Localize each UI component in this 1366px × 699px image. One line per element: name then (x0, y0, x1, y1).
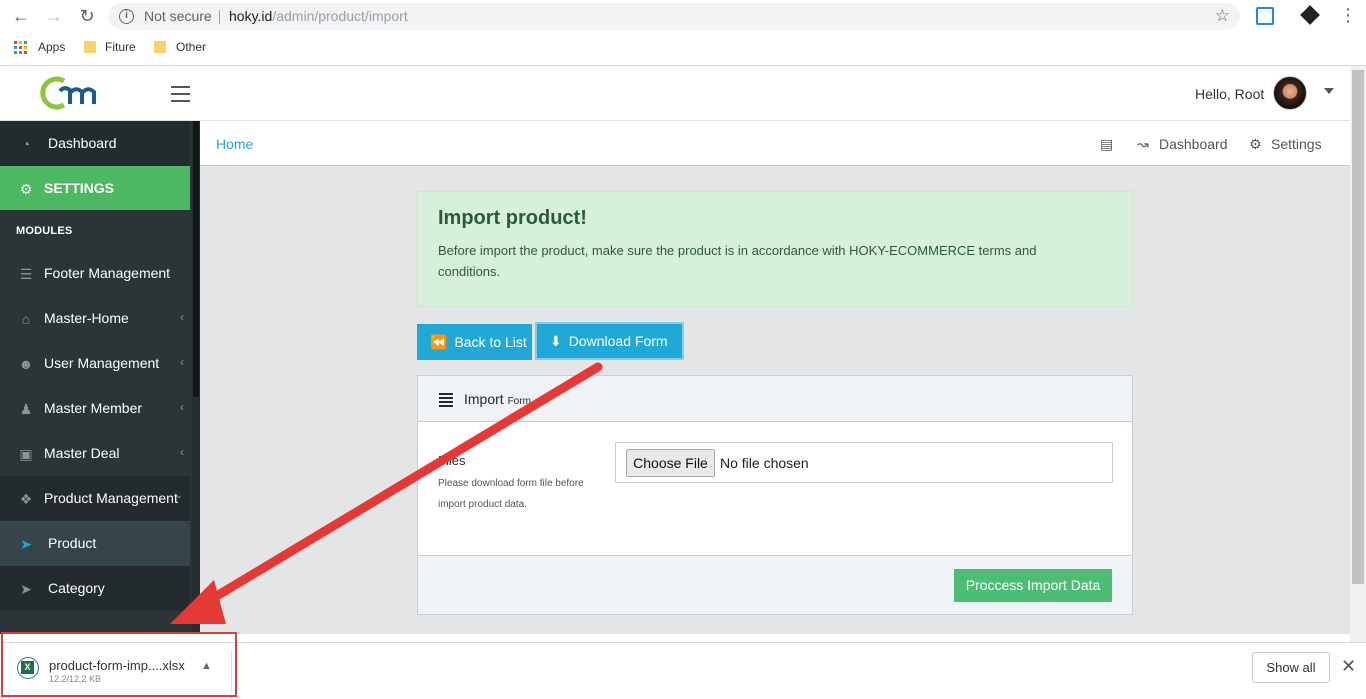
chevron-left-icon: ‹ (180, 355, 184, 369)
sidebar-item-product[interactable]: ➤ Product (0, 521, 190, 566)
info-alert: Import product! Before import the produc… (417, 191, 1133, 307)
breadcrumb-home[interactable]: Home (216, 136, 253, 152)
sidebar-item-master-member[interactable]: ♟ Master Member ‹ (0, 386, 190, 431)
list-icon (439, 393, 453, 409)
sidebar-item-category[interactable]: ➤ Category (0, 566, 190, 611)
sidebar-item-label: Product (48, 535, 97, 551)
choose-file-button[interactable]: Choose File (626, 449, 715, 477)
sidebar-item-label: Dashboard (48, 135, 117, 151)
show-all-button[interactable]: Show all (1252, 652, 1330, 683)
caret-down-icon[interactable] (1324, 88, 1334, 94)
security-label: Not secure (144, 8, 212, 24)
bookmark-apps[interactable]: Apps (38, 40, 65, 54)
browser-chrome: ← → ↻ i Not secure hoky.id/admin/product… (0, 0, 1366, 66)
user-greeting[interactable]: Hello, Root (1195, 86, 1264, 102)
sidebar-item-label: Master-Home (44, 310, 129, 326)
extension-icon[interactable] (1256, 7, 1274, 25)
home-icon: ⌂ (21, 311, 31, 327)
chevron-down-icon: ⌄ (174, 490, 183, 501)
breadcrumb: Home ▤ ↝ Dashboard ⚙ Settings (200, 121, 1350, 166)
app-header: Hello, Root (0, 66, 1350, 121)
import-form-card: Import Form Files Please download form f… (417, 375, 1133, 615)
avatar[interactable] (1273, 76, 1307, 110)
chevron-left-icon: ‹ (180, 445, 184, 459)
sidebar-item-label: Master Member (44, 400, 143, 416)
star-icon[interactable]: ☆ (1215, 6, 1230, 26)
sidebar-item-master-deal[interactable]: ▣ Master Deal ‹ (0, 431, 190, 476)
sidebar-item-label: Footer Management (44, 265, 171, 281)
gear-icon: ⚙ (19, 181, 33, 197)
sidebar-item-settings[interactable]: ⚙ SETTINGS (0, 166, 190, 210)
download-form-button[interactable]: ⬇ Download Form (535, 322, 684, 360)
send-icon: ➤ (20, 581, 32, 597)
file-status: No file chosen (720, 455, 809, 471)
list-icon: ☰ (19, 266, 33, 282)
alert-title: Import product! (438, 207, 587, 229)
alert-body: Before import the product, make sure the… (438, 243, 1037, 279)
breadcrumb-settings-link[interactable]: Settings (1271, 136, 1322, 152)
send-icon: ➤ (20, 536, 32, 552)
back-arrow-icon[interactable]: ← (11, 6, 31, 26)
folder-icon (154, 41, 166, 53)
sidebar-scroll-thumb[interactable] (193, 121, 199, 397)
file-input[interactable]: Choose File No file chosen (615, 442, 1113, 483)
cubes-icon: ❖ (19, 491, 33, 507)
brand-logo[interactable] (40, 74, 112, 112)
info-icon[interactable]: i (119, 9, 134, 24)
sidebar-item-label: Category (48, 580, 105, 596)
url-text[interactable]: hoky.id/admin/product/import (229, 8, 408, 24)
breadcrumb-dashboard-link[interactable]: Dashboard (1159, 136, 1228, 152)
gear-icon: ⚙ (1249, 136, 1262, 152)
close-icon[interactable]: ✕ (1341, 656, 1356, 677)
sidebar-item-dashboard[interactable]: ◔ Dashboard (0, 121, 190, 166)
download-icon: ⬇ (550, 333, 562, 349)
sidebar-item-label: SETTINGS (44, 180, 115, 196)
deal-icon: ▣ (19, 446, 33, 462)
users-icon: ♟ (19, 401, 33, 417)
sidebar-item-footer-management[interactable]: ☰ Footer Management (0, 251, 190, 296)
section-title: MODULES (16, 225, 73, 237)
sidebar-item-master-home[interactable]: ⌂ Master-Home ‹ (0, 296, 190, 341)
sidebar-item-label: Master Deal (44, 445, 120, 461)
page-scroll-thumb[interactable] (1352, 70, 1364, 584)
chevron-left-icon: ‹ (180, 400, 184, 414)
sidebar-item-product-management[interactable]: ❖ Product Management ⌄ (0, 476, 190, 521)
annotation-highlight-box (1, 632, 237, 697)
page-scrollbar[interactable] (1350, 66, 1366, 642)
message-icon[interactable]: ▤ (1100, 136, 1113, 153)
gauge-icon: ◔ (21, 136, 31, 152)
apps-grid-icon[interactable] (14, 41, 27, 54)
user-icon: ☻ (18, 356, 34, 372)
chevron-left-icon: ‹ (180, 310, 184, 324)
folder-icon (84, 41, 96, 53)
menu-dots-icon[interactable]: ⋮ (1339, 5, 1357, 25)
extension-diamond-icon[interactable] (1300, 5, 1320, 25)
files-label: Files (438, 453, 466, 468)
sidebar-item-user-management[interactable]: ☻ User Management ‹ (0, 341, 190, 386)
double-left-icon: ⏪ (430, 334, 448, 350)
address-bar[interactable]: i Not secure hoky.id/admin/product/impor… (108, 3, 1240, 30)
files-help-text: Please download form file before import … (438, 478, 584, 510)
divider (219, 10, 220, 24)
chart-line-icon: ↝ (1137, 136, 1149, 152)
bookmark-other[interactable]: Other (176, 40, 206, 54)
hamburger-menu-icon[interactable] (171, 86, 190, 102)
process-import-button[interactable]: Proccess Import Data (954, 569, 1112, 602)
reload-icon[interactable]: ↻ (77, 6, 97, 26)
bookmark-fiture[interactable]: Fiture (105, 40, 136, 54)
card-title: Import Form (464, 391, 531, 407)
card-header: Import Form (418, 376, 1132, 422)
sidebar-item-label: Product Management (44, 490, 178, 506)
sidebar: ◔ Dashboard ⚙ SETTINGS MODULES ☰ Footer … (0, 121, 200, 634)
forward-arrow-icon[interactable]: → (44, 6, 64, 26)
card-footer: Proccess Import Data (418, 555, 1132, 614)
sidebar-item-label: User Management (44, 355, 160, 371)
back-to-list-button[interactable]: ⏪ Back to List (417, 324, 532, 360)
